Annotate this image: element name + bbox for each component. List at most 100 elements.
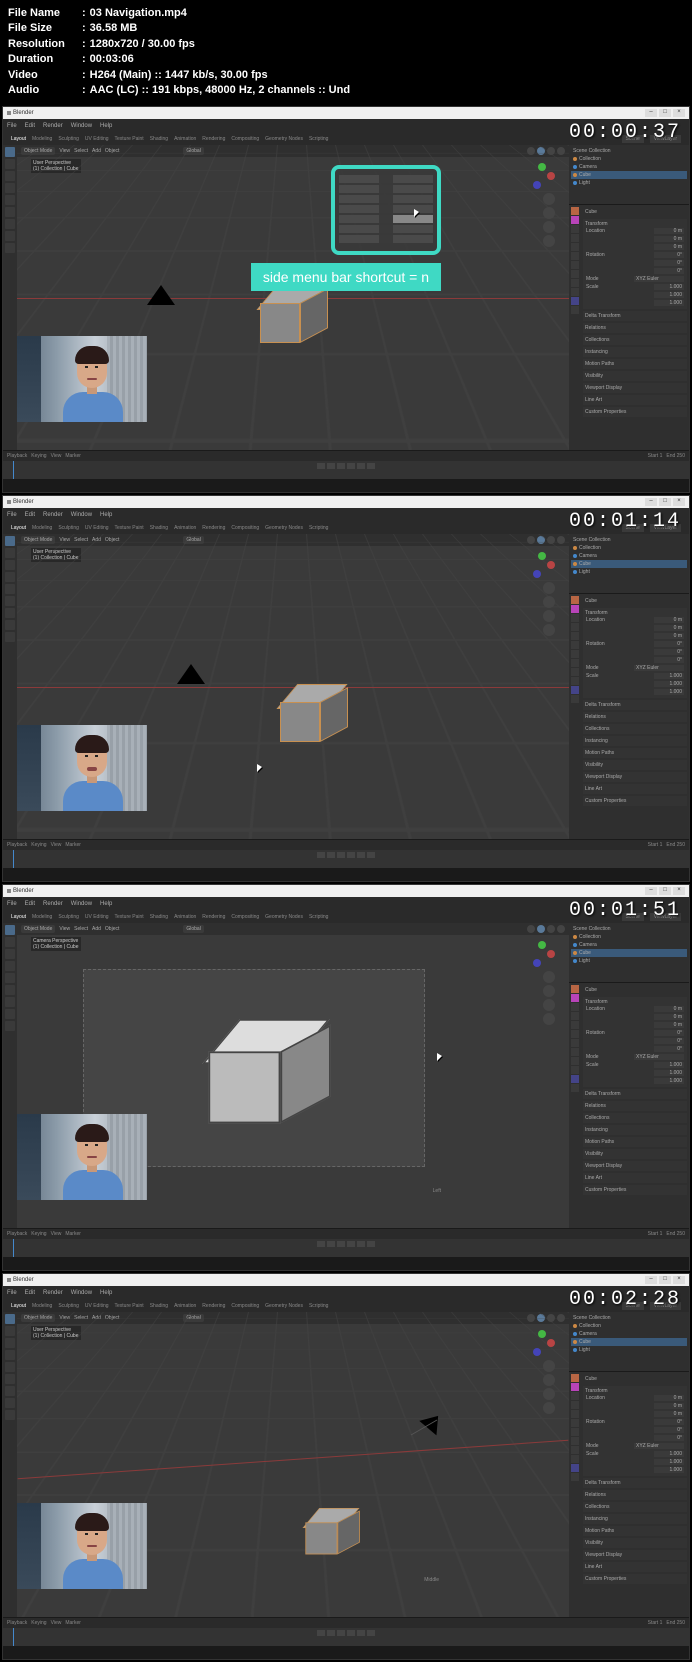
loc-x-field[interactable]: 0 m — [654, 228, 684, 234]
timeline-start[interactable]: Start 1 — [648, 453, 663, 459]
menu-file[interactable]: File — [7, 123, 17, 129]
loc-y-field[interactable]: 0 m — [654, 236, 684, 242]
rot-y-field[interactable]: 0° — [654, 260, 684, 266]
props-tab-material[interactable] — [571, 306, 579, 314]
timeline-view[interactable]: View — [51, 453, 62, 459]
props-tab-world[interactable] — [571, 243, 579, 251]
value-video: H264 (Main) :: 1447 kb/s, 30.00 fps — [90, 68, 268, 83]
props-custom[interactable]: Custom Properties — [583, 407, 687, 417]
outliner-camera[interactable]: Camera — [579, 164, 597, 170]
rot-mode-field[interactable]: XYZ Euler — [634, 276, 684, 282]
rot-z-field[interactable]: 0° — [654, 268, 684, 274]
tab-texturepaint[interactable]: Texture Paint — [115, 136, 144, 142]
3d-viewport[interactable]: Object ModeViewSelectAddObjectGlobal Cam… — [17, 923, 569, 1228]
props-relations[interactable]: Relations — [583, 323, 687, 333]
tool-transform[interactable] — [5, 207, 15, 217]
timeline-scrubber[interactable] — [13, 461, 14, 479]
tool-annotate[interactable] — [5, 219, 15, 229]
tool-rotate[interactable] — [5, 183, 15, 193]
timeline[interactable]: Playback Keying View Marker Start 1 End … — [3, 450, 689, 478]
props-motion[interactable]: Motion Paths — [583, 359, 687, 369]
scale-z-field[interactable]: 1.000 — [654, 300, 684, 306]
props-tab-output[interactable] — [571, 216, 579, 224]
outliner-cube[interactable]: Cube — [579, 172, 591, 178]
props-delta[interactable]: Delta Transform — [583, 311, 687, 321]
3d-viewport[interactable]: Object Mode View Select Add Object Globa… — [17, 145, 569, 450]
label-filename: File Name — [8, 6, 78, 21]
maximize-button[interactable]: □ — [659, 109, 671, 117]
menu-window[interactable]: Window — [71, 123, 92, 129]
timeline-keying[interactable]: Keying — [31, 453, 46, 459]
play-prev-icon[interactable] — [327, 463, 335, 469]
tool-scale[interactable] — [5, 195, 15, 205]
play-end-icon[interactable] — [367, 463, 375, 469]
tab-scripting[interactable]: Scripting — [309, 136, 328, 142]
outliner[interactable]: Scene Collection Collection Camera Cube … — [569, 145, 689, 205]
timestamp-1: 00:00:37 — [569, 121, 681, 144]
props-tab-modifiers[interactable] — [571, 261, 579, 269]
minimize-button[interactable]: – — [645, 109, 657, 117]
tab-sculpting[interactable]: Sculpting — [58, 136, 79, 142]
file-info-block: File Name:03 Navigation.mp4 File Size:36… — [0, 0, 692, 104]
camera-view-icon[interactable] — [543, 221, 555, 233]
props-tab-data[interactable] — [571, 297, 579, 305]
tool-select-box[interactable] — [5, 147, 15, 157]
scale-y-field[interactable]: 1.000 — [654, 292, 684, 298]
tab-uv[interactable]: UV Editing — [85, 136, 109, 142]
tab-modeling[interactable]: Modeling — [32, 136, 52, 142]
props-visibility[interactable]: Visibility — [583, 371, 687, 381]
timeline-playback[interactable]: Playback — [7, 453, 27, 459]
tab-shading[interactable]: Shading — [150, 136, 168, 142]
tab-geonodes[interactable]: Geometry Nodes — [265, 136, 303, 142]
props-tab-object[interactable] — [571, 252, 579, 260]
tab-animation[interactable]: Animation — [174, 136, 196, 142]
tool-cursor[interactable] — [5, 159, 15, 169]
timeline-end[interactable]: End 250 — [666, 453, 685, 459]
play-reverse-icon[interactable] — [337, 463, 345, 469]
menu-render[interactable]: Render — [43, 123, 63, 129]
3d-viewport[interactable]: Object ModeViewSelectAddObjectGlobal Use… — [17, 1312, 569, 1617]
nav-gizmo[interactable] — [529, 163, 555, 189]
play-start-icon[interactable] — [317, 463, 325, 469]
tab-rendering[interactable]: Rendering — [202, 136, 225, 142]
camera-object[interactable] — [177, 664, 205, 684]
loc-z-field[interactable]: 0 m — [654, 244, 684, 250]
pan-icon[interactable] — [543, 207, 555, 219]
outliner-scene[interactable]: Scene Collection — [573, 148, 611, 154]
window-title: Blender — [13, 110, 34, 116]
cube-object[interactable] — [203, 1019, 311, 1127]
timeline-marker[interactable]: Marker — [65, 453, 81, 459]
props-tab-viewlayer[interactable] — [571, 225, 579, 233]
cube-object[interactable] — [303, 1508, 351, 1556]
tool-move[interactable] — [5, 171, 15, 181]
props-lineart[interactable]: Line Art — [583, 395, 687, 405]
props-tab-scene[interactable] — [571, 234, 579, 242]
persp-ortho-icon[interactable] — [543, 235, 555, 247]
play-next-icon[interactable] — [357, 463, 365, 469]
props-tab-constraints[interactable] — [571, 288, 579, 296]
menu-edit[interactable]: Edit — [25, 123, 35, 129]
tool-measure[interactable] — [5, 231, 15, 241]
props-collections[interactable]: Collections — [583, 335, 687, 345]
props-viewport[interactable]: Viewport Display — [583, 383, 687, 393]
props-tab-render[interactable] — [571, 207, 579, 215]
cube-object[interactable] — [277, 684, 337, 744]
menu-help[interactable]: Help — [100, 123, 112, 129]
outliner-collection[interactable]: Collection — [579, 156, 601, 162]
play-icon[interactable] — [347, 463, 355, 469]
scale-x-field[interactable]: 1.000 — [654, 284, 684, 290]
tab-compositing[interactable]: Compositing — [231, 136, 259, 142]
tab-layout[interactable]: Layout — [11, 136, 26, 142]
close-button[interactable]: × — [673, 109, 685, 117]
props-tab-particles[interactable] — [571, 270, 579, 278]
rot-x-field[interactable]: 0° — [654, 252, 684, 258]
props-instancing[interactable]: Instancing — [583, 347, 687, 357]
props-tab-physics[interactable] — [571, 279, 579, 287]
camera-object[interactable] — [147, 285, 175, 305]
3d-viewport[interactable]: Object ModeViewSelectAddObjectGlobal Use… — [17, 534, 569, 839]
zoom-icon[interactable] — [543, 193, 555, 205]
outliner-light[interactable]: Light — [579, 180, 590, 186]
cube-object[interactable] — [257, 285, 317, 345]
tool-add-cube[interactable] — [5, 243, 15, 253]
label-audio: Audio — [8, 83, 78, 98]
